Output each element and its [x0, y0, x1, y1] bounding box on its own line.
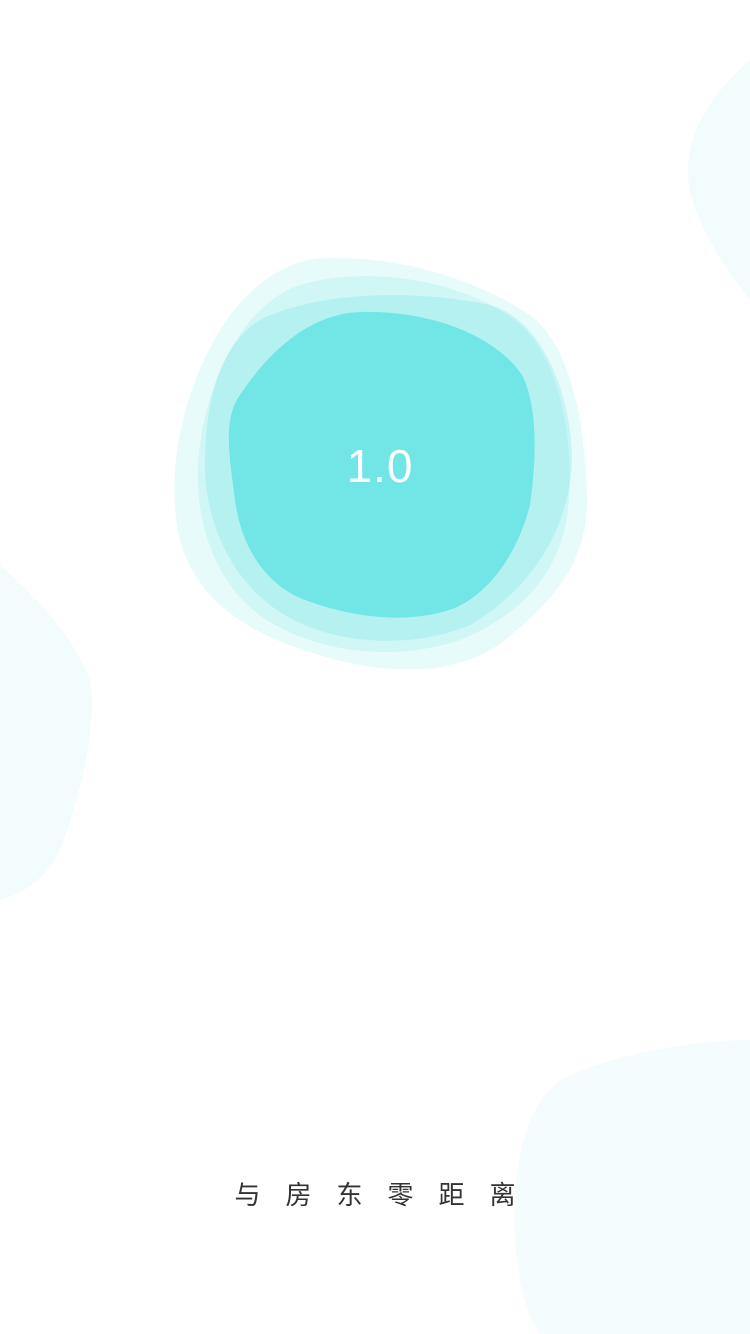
- version-label: 1.0: [346, 440, 414, 492]
- left-blob: [0, 565, 92, 900]
- top-right-blob: [687, 60, 750, 300]
- splash-screen: 1.0 与房东零距离: [0, 0, 750, 1334]
- background-decoration: [0, 60, 750, 1334]
- tagline-text: 与房东零距离: [234, 1181, 541, 1211]
